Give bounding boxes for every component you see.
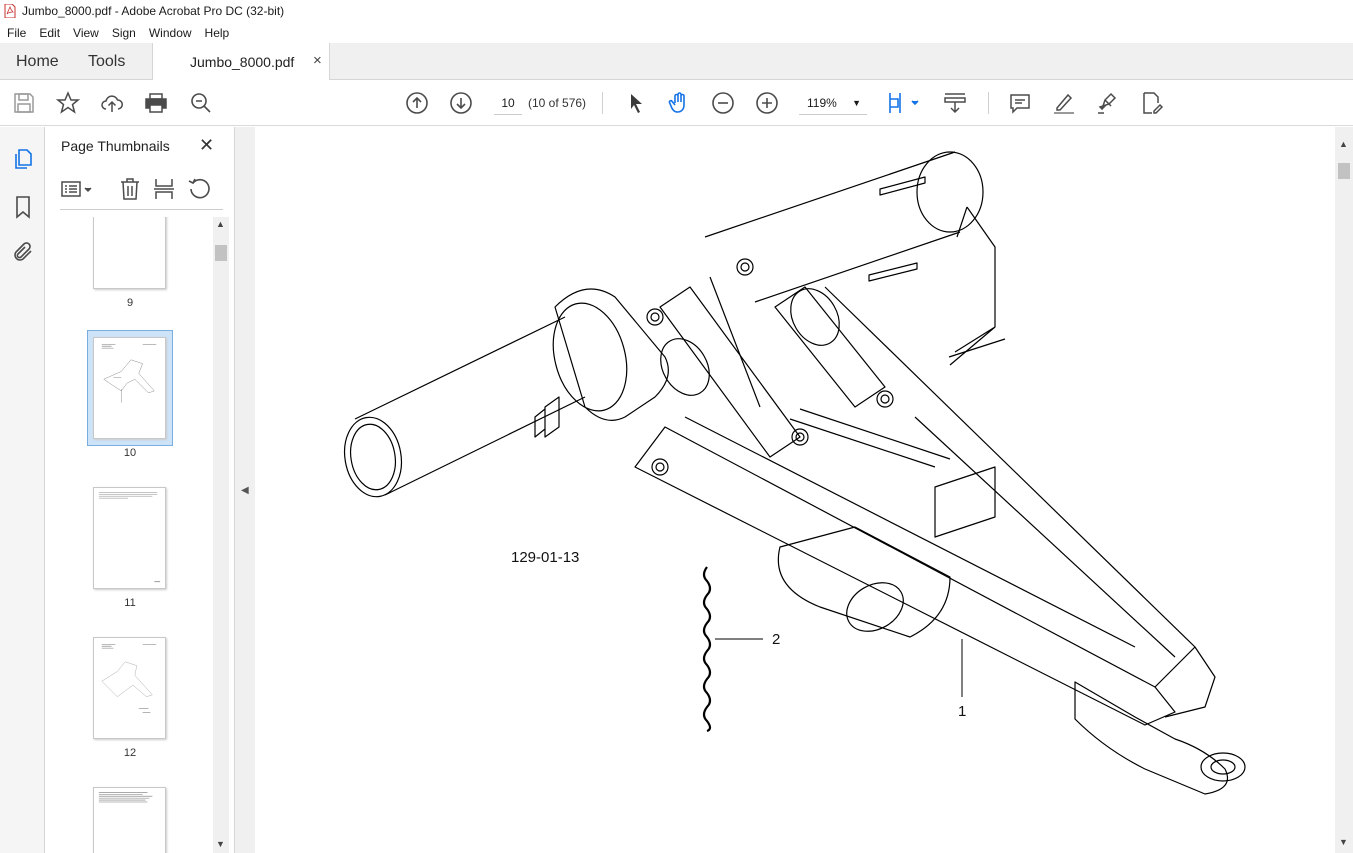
page-thumbnails-icon[interactable]	[11, 147, 35, 171]
left-navigation-rail	[0, 127, 45, 853]
print-icon[interactable]	[144, 91, 168, 115]
highlight-pen-icon[interactable]	[1052, 91, 1076, 115]
menu-view[interactable]: View	[66, 26, 105, 40]
page-count-label: (10 of 576)	[528, 96, 587, 110]
scroll-mode-icon[interactable]	[943, 91, 967, 115]
star-bookmark-icon[interactable]	[55, 91, 81, 115]
hand-tool-icon[interactable]	[667, 91, 691, 115]
draw-sign-icon[interactable]	[1096, 91, 1120, 115]
next-page-icon[interactable]	[449, 91, 473, 115]
callout-1-label: 1	[958, 703, 967, 720]
previous-page-icon[interactable]	[405, 91, 429, 115]
document-view[interactable]: 129-01-13 2 1	[255, 127, 1335, 853]
scroll-up-arrow-icon[interactable]: ▲	[216, 219, 225, 229]
scroll-down-arrow-icon[interactable]: ▼	[1339, 837, 1348, 847]
thumbnail-list: 9 10 11 12	[45, 217, 215, 853]
edit-pdf-icon[interactable]	[1140, 91, 1164, 115]
bookmarks-icon[interactable]	[11, 195, 35, 219]
thumbnail-page-9[interactable]	[93, 217, 166, 289]
attachments-paperclip-icon[interactable]	[11, 241, 35, 265]
tab-home[interactable]: Home	[16, 53, 59, 71]
thumbnail-page-12[interactable]	[93, 637, 166, 739]
insert-pages-icon[interactable]	[152, 177, 176, 201]
figure-code-label: 129-01-13	[511, 549, 580, 566]
options-menu-icon[interactable]	[60, 177, 96, 201]
thumbnail-label: 12	[123, 747, 137, 759]
thumbnail-scrollbar[interactable]: ▲ ▼	[213, 217, 229, 853]
zoom-level-value: 119%	[807, 96, 837, 110]
close-tab-icon[interactable]: ×	[313, 52, 322, 69]
upload-cloud-icon[interactable]	[100, 91, 124, 115]
chevron-left-icon: ◀	[241, 485, 249, 496]
zoom-in-icon[interactable]	[755, 91, 779, 115]
save-icon[interactable]	[12, 91, 36, 115]
toolbar: 10 (10 of 576) 119% ▼	[0, 80, 1353, 126]
thumbnail-label: 11	[124, 597, 136, 609]
toolbar-divider	[602, 92, 603, 114]
menu-help[interactable]: Help	[198, 26, 236, 40]
page-layout-icon[interactable]	[887, 91, 921, 115]
select-cursor-icon[interactable]	[624, 91, 648, 115]
page-number-input[interactable]: 10	[494, 91, 522, 115]
title-bar: Jumbo_8000.pdf - Adobe Acrobat Pro DC (3…	[0, 0, 1353, 22]
thumbnail-page-11[interactable]	[93, 487, 166, 589]
tab-tools[interactable]: Tools	[88, 53, 125, 71]
delete-trash-icon[interactable]	[118, 177, 142, 201]
acrobat-pdf-icon	[4, 4, 16, 18]
callout-2-label: 2	[772, 631, 781, 648]
menu-sign[interactable]: Sign	[105, 26, 142, 40]
thumbnail-label: 10	[123, 447, 137, 459]
scrollbar-thumb[interactable]	[1338, 163, 1350, 179]
scrollbar-thumb[interactable]	[215, 245, 227, 261]
scroll-up-arrow-icon[interactable]: ▲	[1339, 139, 1348, 149]
tab-document[interactable]: Jumbo_8000.pdf ×	[152, 43, 330, 81]
technical-drawing	[343, 151, 1246, 795]
page-thumbnails-panel: Page Thumbnails ✕ 9 10 11 12 ▲ ▼	[45, 127, 235, 853]
thumbnail-page-13[interactable]	[93, 787, 166, 853]
tab-document-label: Jumbo_8000.pdf	[190, 54, 295, 70]
menu-file[interactable]: File	[0, 26, 32, 40]
menu-window[interactable]: Window	[142, 26, 198, 40]
rotate-icon[interactable]	[187, 177, 211, 201]
panel-title: Page Thumbnails	[61, 138, 170, 154]
zoom-out-icon[interactable]	[711, 91, 735, 115]
zoom-search-icon[interactable]	[189, 91, 213, 115]
toolbar-divider	[988, 92, 989, 114]
comment-icon[interactable]	[1008, 91, 1032, 115]
close-panel-icon[interactable]: ✕	[199, 135, 214, 156]
document-scrollbar[interactable]: ▲ ▼	[1335, 127, 1353, 853]
thumbnail-label: 9	[126, 297, 134, 309]
collapse-panel-handle[interactable]: ◀	[235, 127, 255, 853]
zoom-level-dropdown[interactable]: 119% ▼	[799, 91, 867, 115]
scroll-down-arrow-icon[interactable]: ▼	[216, 839, 225, 849]
menu-bar: File Edit View Sign Window Help	[0, 22, 1353, 43]
tab-bar: Home Tools Jumbo_8000.pdf ×	[0, 43, 1353, 81]
window-title: Jumbo_8000.pdf - Adobe Acrobat Pro DC (3…	[22, 4, 285, 18]
thumbnail-tools	[60, 174, 223, 210]
thumbnail-page-10[interactable]	[93, 337, 166, 439]
chevron-down-icon: ▼	[852, 98, 861, 108]
menu-edit[interactable]: Edit	[32, 26, 66, 40]
